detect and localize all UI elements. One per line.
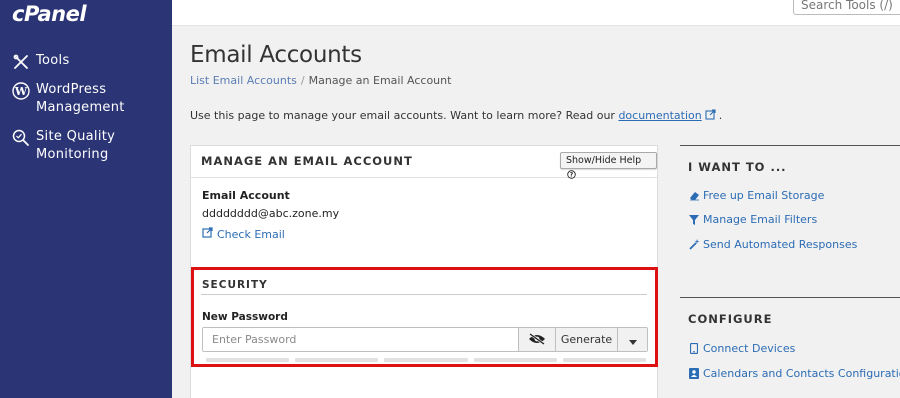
security-highlight-box [191,267,658,367]
page-title: Email Accounts [190,42,362,68]
breadcrumb: List Email Accounts / Manage an Email Acco… [190,74,451,87]
configure-title: CONFIGURE [688,312,773,326]
automated-responses-link[interactable]: Send Automated Responses [688,238,857,251]
external-link-icon [705,109,716,123]
check-email-label: Check Email [217,227,285,241]
help-button-label: Show/Hide Help [566,155,642,166]
link-label: Send Automated Responses [703,238,858,251]
tools-icon [11,52,31,72]
sidebar-item-label: Site Quality Monitoring [36,129,116,162]
cpanel-logo[interactable]: cPanel [12,2,87,26]
sidebar-item-tools[interactable]: Tools [11,52,70,72]
intro-text-body: Use this page to manage your email accou… [190,109,619,122]
magic-wand-icon [688,239,700,250]
email-account-label: Email Account [202,189,290,202]
filter-icon [688,214,700,225]
eraser-icon [688,191,700,201]
sidebar-item-site-quality[interactable]: Site Quality Monitoring [11,128,115,164]
intro-text: Use this page to manage your email accou… [190,109,722,123]
i-want-to-title: I WANT TO ... [688,160,787,174]
breadcrumb-separator: / [300,74,305,87]
magnifier-icon [11,128,31,148]
intro-end: . [718,109,723,122]
external-link-icon [202,227,213,241]
svg-text:?: ? [570,172,574,179]
manage-filters-link[interactable]: Manage Email Filters [688,213,817,226]
address-book-icon [688,368,700,379]
documentation-link[interactable]: documentation [618,109,701,122]
breadcrumb-current: Manage an Email Account [308,74,452,87]
top-bar [172,0,900,26]
sidebar: cPanel Tools W WordPress Management Site… [0,0,172,398]
wordpress-icon: W [11,81,31,101]
link-label: Connect Devices [703,342,796,355]
search-input[interactable]: Search Tools (/) [793,0,900,15]
svg-text:W: W [14,85,28,98]
mobile-icon [688,343,700,354]
sidebar-item-label: Tools [36,53,70,68]
link-label: Calendars and Contacts Configuration [703,367,900,380]
sidebar-item-label: WordPress Management [36,82,125,115]
sidebar-item-wordpress[interactable]: W WordPress Management [11,81,125,117]
panel-header: MANAGE AN EMAIL ACCOUNT Show/Hide Help ? [191,146,657,179]
calendars-contacts-link[interactable]: Calendars and Contacts Configuration [688,367,900,380]
link-label: Free up Email Storage [703,189,825,202]
show-hide-help-button[interactable]: Show/Hide Help ? [560,152,657,179]
breadcrumb-link-list-email[interactable]: List Email Accounts [190,74,297,87]
check-email-link[interactable]: Check Email [202,227,285,241]
link-label: Manage Email Filters [703,213,818,226]
email-account-value: dddddddd@abc.zone.my [202,207,340,220]
connect-devices-link[interactable]: Connect Devices [688,342,795,355]
free-up-storage-link[interactable]: Free up Email Storage [688,189,824,202]
i-want-to-box: I WANT TO ... Free up Email Storage Mana… [680,145,900,295]
panel-title: MANAGE AN EMAIL ACCOUNT [201,154,413,168]
configure-box: CONFIGURE Connect Devices Calendars and … [680,297,900,398]
question-circle-icon: ? [567,169,576,184]
